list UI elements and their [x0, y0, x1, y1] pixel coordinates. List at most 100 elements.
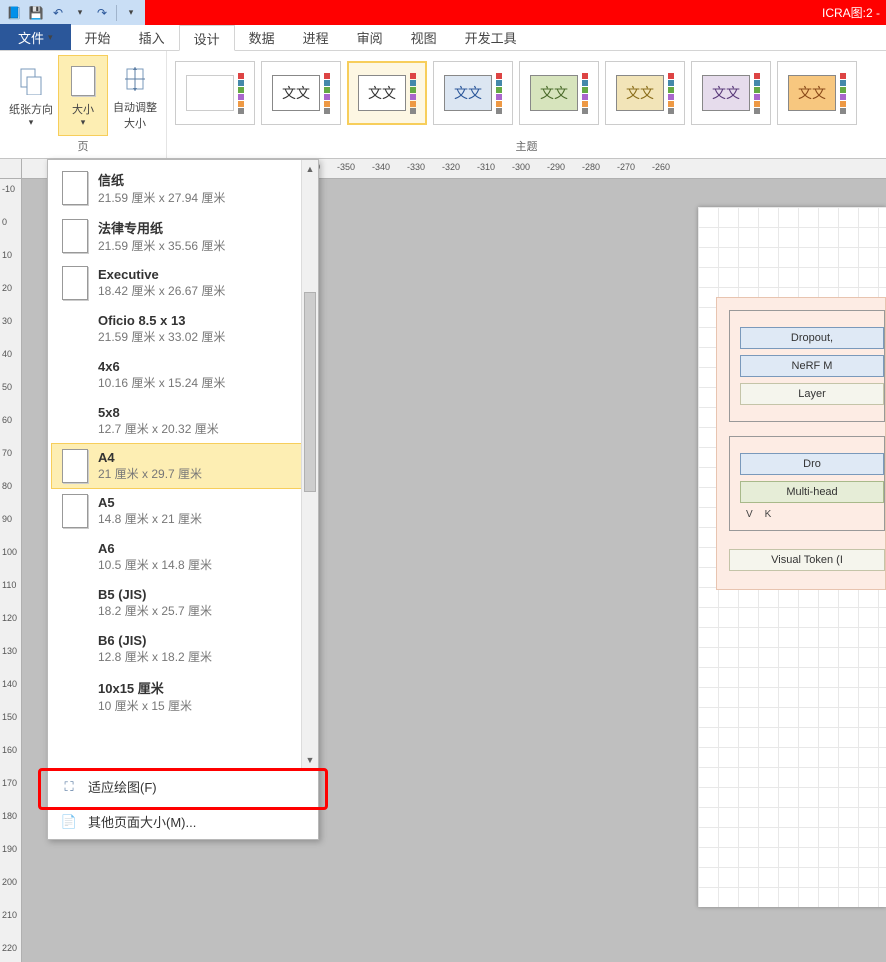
- orientation-button[interactable]: 纸张方向 ▾: [6, 55, 56, 136]
- file-tab[interactable]: 文件 ▾: [0, 24, 71, 50]
- size-option-5x8[interactable]: 5x812.7 厘米 x 20.32 厘米: [48, 398, 318, 444]
- page-group-label: 页: [6, 136, 160, 156]
- orientation-label: 纸张方向: [9, 101, 53, 117]
- ribbon: 纸张方向 ▾ 大小 ▾ 自动调整 大小 页 文文 文文: [0, 51, 886, 159]
- size-dimensions: 10.16 厘米 x 15.24 厘米: [98, 374, 225, 391]
- scroll-down-icon[interactable]: ▼: [302, 751, 318, 768]
- size-dimensions: 10.5 厘米 x 14.8 厘米: [98, 556, 212, 573]
- tab-home[interactable]: 开始: [71, 24, 125, 50]
- size-dimensions: 10 厘米 x 15 厘米: [98, 697, 192, 714]
- size-name: 5x8: [98, 405, 219, 420]
- theme-thumb-6[interactable]: 文文: [605, 61, 685, 125]
- theme-thumb-3[interactable]: 文文: [347, 61, 427, 125]
- size-name: Executive: [98, 267, 225, 282]
- size-name: A4: [98, 450, 202, 465]
- size-name: 10x15 厘米: [98, 678, 192, 697]
- size-dropdown: 信纸21.59 厘米 x 27.94 厘米法律专用纸21.59 厘米 x 35.…: [47, 159, 319, 840]
- themes-group-label: 主题: [175, 136, 878, 156]
- theme-gallery[interactable]: 文文 文文 文文 文文 文文 文文 文文: [175, 57, 878, 136]
- diagram-container: Dropout, NeRF M Layer Dro Multi-head V K…: [716, 297, 886, 590]
- page-icon: [62, 449, 88, 483]
- size-dimensions: 12.8 厘米 x 18.2 厘米: [98, 648, 212, 665]
- undo-dropdown-icon[interactable]: ▾: [72, 5, 88, 21]
- chevron-down-icon: ▾: [29, 117, 34, 128]
- theme-thumb-1[interactable]: [175, 61, 255, 125]
- size-dimensions: 21 厘米 x 29.7 厘米: [98, 465, 202, 482]
- size-option-a5[interactable]: A514.8 厘米 x 21 厘米: [48, 488, 318, 534]
- size-option-b5-jis-[interactable]: B5 (JIS)18.2 厘米 x 25.7 厘米: [48, 580, 318, 626]
- size-option-a4[interactable]: A421 厘米 x 29.7 厘米: [51, 443, 315, 489]
- size-option-oficio-8-5-x-13[interactable]: Oficio 8.5 x 1321.59 厘米 x 33.02 厘米: [48, 306, 318, 352]
- diagram-box-visual-token[interactable]: Visual Token (I: [729, 549, 885, 571]
- file-tab-label: 文件: [18, 28, 44, 47]
- size-name: B5 (JIS): [98, 587, 212, 602]
- diagram-frame-1: Dropout, NeRF M Layer: [729, 310, 885, 422]
- fit-label: 适应绘图(F): [88, 777, 157, 796]
- ruler-vertical: -10 0 10 20 30 40 50 60 70 80 90 100 110…: [0, 179, 22, 962]
- diagram-box-multihead[interactable]: Multi-head: [740, 481, 884, 503]
- scrollbar-thumb[interactable]: [304, 292, 316, 492]
- size-scrollbar[interactable]: ▲ ▼: [301, 160, 318, 768]
- autofit-icon: [121, 65, 149, 93]
- tab-review[interactable]: 审阅: [343, 24, 397, 50]
- save-icon[interactable]: 💾: [28, 5, 44, 21]
- size-option--[interactable]: 法律专用纸21.59 厘米 x 35.56 厘米: [48, 212, 318, 260]
- tab-insert[interactable]: 插入: [125, 24, 179, 50]
- size-name: 信纸: [98, 170, 225, 189]
- theme-thumb-4[interactable]: 文文: [433, 61, 513, 125]
- fit-to-drawing-cmd[interactable]: ⛶ 适应绘图(F): [48, 769, 318, 804]
- label-v: V: [746, 509, 753, 520]
- diagram-box-nerf[interactable]: NeRF M: [740, 355, 884, 377]
- tab-process[interactable]: 进程: [289, 24, 343, 50]
- size-dropdown-footer: ⛶ 适应绘图(F) 📄 其他页面大小(M)...: [48, 768, 318, 839]
- size-name: 4x6: [98, 359, 225, 374]
- size-name: B6 (JIS): [98, 633, 212, 648]
- page-icon: [62, 494, 88, 528]
- size-option-a6[interactable]: A610.5 厘米 x 14.8 厘米: [48, 534, 318, 580]
- theme-thumb-8[interactable]: 文文: [777, 61, 857, 125]
- diagram-frame-2: Dro Multi-head V K: [729, 436, 885, 531]
- ribbon-tabs: 文件 ▾ 开始 插入 设计 数据 进程 审阅 视图 开发工具: [0, 25, 886, 51]
- size-option-10x15-[interactable]: 10x15 厘米10 厘米 x 15 厘米: [48, 672, 318, 720]
- size-name: A5: [98, 495, 202, 510]
- autofit-label-1: 自动调整: [113, 99, 157, 115]
- app-icon[interactable]: 📘: [6, 5, 22, 21]
- tab-design[interactable]: 设计: [179, 25, 235, 51]
- redo-icon[interactable]: ↷: [94, 5, 110, 21]
- tab-view[interactable]: 视图: [397, 24, 451, 50]
- theme-thumb-2[interactable]: 文文: [261, 61, 341, 125]
- size-option-executive[interactable]: Executive18.42 厘米 x 26.67 厘米: [48, 260, 318, 306]
- more-page-sizes-cmd[interactable]: 📄 其他页面大小(M)...: [48, 804, 318, 839]
- size-name: Oficio 8.5 x 13: [98, 313, 225, 328]
- undo-icon[interactable]: ↶: [50, 5, 66, 21]
- size-name: A6: [98, 541, 212, 556]
- size-scroll-area: 信纸21.59 厘米 x 27.94 厘米法律专用纸21.59 厘米 x 35.…: [48, 160, 318, 768]
- size-dimensions: 21.59 厘米 x 27.94 厘米: [98, 189, 225, 206]
- autofit-label-2: 大小: [124, 115, 146, 131]
- more-label: 其他页面大小(M)...: [88, 812, 196, 831]
- size-option--[interactable]: 信纸21.59 厘米 x 27.94 厘米: [48, 164, 318, 212]
- tab-developer[interactable]: 开发工具: [451, 24, 531, 50]
- label-k: K: [765, 509, 772, 520]
- size-dimensions: 21.59 厘米 x 33.02 厘米: [98, 328, 225, 345]
- size-button[interactable]: 大小 ▾: [58, 55, 108, 136]
- diagram-box-dro[interactable]: Dro: [740, 453, 884, 475]
- size-option-4x6[interactable]: 4x610.16 厘米 x 15.24 厘米: [48, 352, 318, 398]
- tab-data[interactable]: 数据: [235, 24, 289, 50]
- page-view: Dropout, NeRF M Layer Dro Multi-head V K…: [698, 207, 886, 907]
- diagram-box-dropout[interactable]: Dropout,: [740, 327, 884, 349]
- chevron-down-icon: ▾: [81, 117, 86, 128]
- theme-thumb-7[interactable]: 文文: [691, 61, 771, 125]
- size-dimensions: 21.59 厘米 x 35.56 厘米: [98, 237, 225, 254]
- title-bar: 📘 💾 ↶ ▾ ↷ ▾ ICRA图:2 -: [0, 0, 886, 25]
- qat-customize-icon[interactable]: ▾: [123, 5, 139, 21]
- page-setup-group: 纸张方向 ▾ 大小 ▾ 自动调整 大小 页: [0, 51, 167, 158]
- size-option-b6-jis-[interactable]: B6 (JIS)12.8 厘米 x 18.2 厘米: [48, 626, 318, 672]
- page-icon: [62, 266, 88, 300]
- size-list: 信纸21.59 厘米 x 27.94 厘米法律专用纸21.59 厘米 x 35.…: [48, 160, 318, 724]
- theme-thumb-5[interactable]: 文文: [519, 61, 599, 125]
- autofit-button[interactable]: 自动调整 大小: [110, 55, 160, 136]
- diagram-box-layer[interactable]: Layer: [740, 383, 884, 405]
- themes-group: 文文 文文 文文 文文 文文 文文 文文 主题: [167, 51, 886, 158]
- scroll-up-icon[interactable]: ▲: [302, 160, 318, 177]
